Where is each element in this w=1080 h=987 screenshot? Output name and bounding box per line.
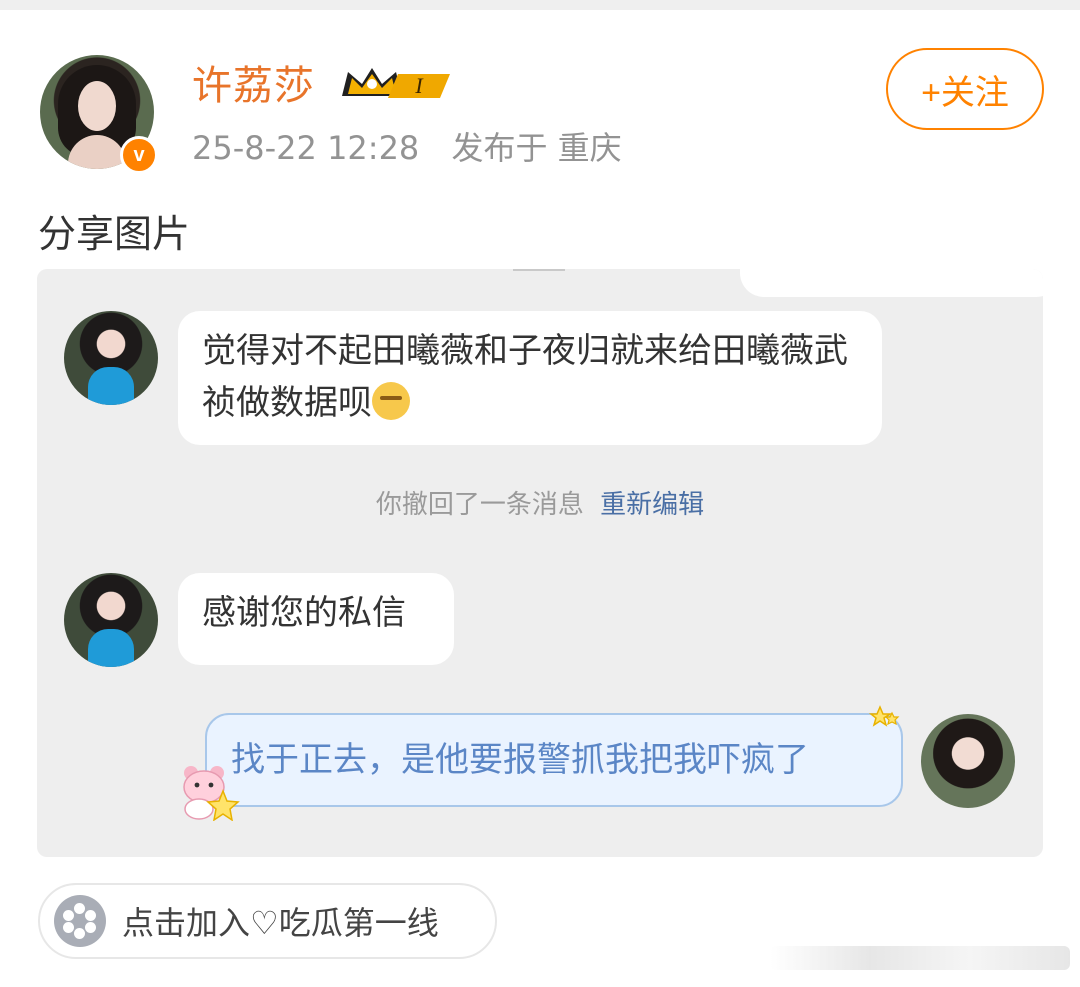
star-sticker-icon (868, 705, 900, 727)
bear-sticker-icon (183, 766, 240, 821)
avatar-dress (88, 629, 134, 667)
message-bubble-sent: 找于正去，是他要报警抓我把我吓疯了 (205, 713, 903, 807)
follow-button[interactable]: +关注 (886, 48, 1044, 130)
post-location: 发布于 重庆 (451, 129, 622, 167)
message-text: 找于正去，是他要报警抓我把我吓疯了 (231, 740, 809, 780)
message-text: 感谢您的私信 (202, 593, 406, 633)
top-divider (0, 0, 1080, 10)
other-user-avatar (64, 311, 158, 405)
post-meta: 25-8-22 12:28 发布于 重庆 (192, 126, 644, 170)
verified-icon: v (120, 136, 158, 174)
group-flower-icon (54, 895, 106, 947)
other-user-avatar (64, 573, 158, 667)
username[interactable]: 许荔莎 (192, 60, 315, 112)
cropped-top-bubble (740, 269, 1043, 297)
recall-notice: 你撤回了一条消息 (375, 490, 584, 520)
cropped-timestamp (513, 269, 565, 271)
chat-screenshot-image[interactable]: 觉得对不起田曦薇和子夜归就来给田曦薇武祯做数据呗 你撤回了一条消息 重新编辑 感… (37, 269, 1043, 857)
reedit-link[interactable]: 重新编辑 (600, 490, 704, 520)
thinking-emoji-icon (372, 382, 410, 420)
message-bubble-received: 感谢您的私信 (178, 573, 454, 665)
my-avatar (921, 714, 1015, 808)
post-text: 分享图片 (38, 212, 191, 256)
system-message: 你撤回了一条消息 重新编辑 (37, 485, 1043, 525)
watermark (770, 946, 1070, 970)
join-group-label: 点击加入♡吃瓜第一线 (122, 904, 439, 942)
join-group-button[interactable]: 点击加入♡吃瓜第一线 (38, 883, 497, 959)
post-time: 25-8-22 12:28 (192, 129, 420, 167)
avatar-dress (88, 367, 134, 405)
message-bubble-received: 觉得对不起田曦薇和子夜归就来给田曦薇武祯做数据呗 (178, 311, 882, 445)
message-text: 觉得对不起田曦薇和子夜归就来给田曦薇武祯做数据呗 (202, 331, 848, 423)
avatar-face (78, 81, 116, 131)
vip-crown-badge-icon: I (342, 68, 450, 98)
